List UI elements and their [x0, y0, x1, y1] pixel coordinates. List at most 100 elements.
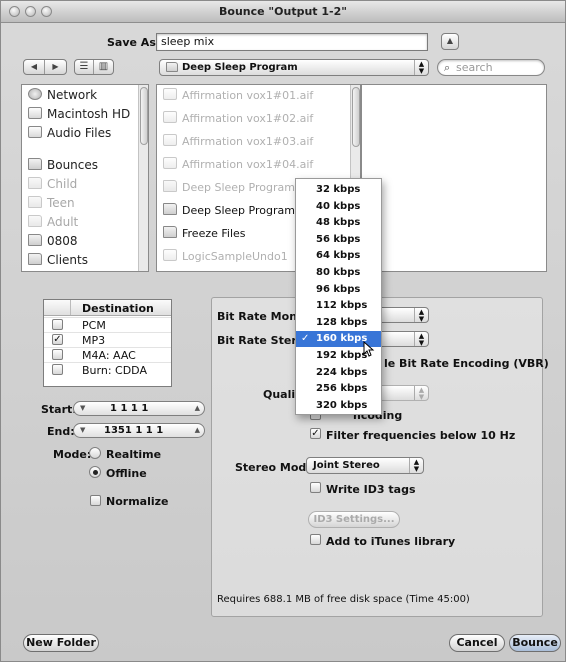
new-folder-button[interactable]: New Folder [23, 634, 99, 652]
file-list-item[interactable]: Affirmation vox1#04.aif [163, 157, 313, 175]
bit-rate-option-label: 160 kbps [316, 333, 368, 345]
sidebar-item[interactable]: 0808 [28, 234, 78, 252]
mode-label: Mode: [53, 448, 92, 461]
column-view-icon[interactable]: ▥ [94, 60, 113, 74]
sidebar-item[interactable]: Network [28, 88, 97, 106]
normalize-label: Normalize [106, 495, 169, 508]
file-list-item[interactable]: Affirmation vox1#02.aif [163, 111, 313, 129]
back-forward-buttons: ◀ ▶ [23, 59, 67, 75]
location-popup-label: Deep Sleep Program [182, 62, 298, 73]
sidebar-item-label: Bounces [47, 158, 99, 172]
expand-dialog-button[interactable]: ▲ [441, 33, 459, 50]
bit-rate-option-label: 224 kbps [316, 366, 368, 378]
forward-button[interactable]: ▶ [45, 60, 66, 74]
search-field[interactable]: ⌕ search [437, 59, 545, 76]
destination-label: MP3 [82, 334, 106, 347]
sidebar-item[interactable]: Teen [28, 196, 75, 214]
popup-arrows-icon: ▲ ▼ [409, 458, 423, 473]
vbr-label: le Bit Rate Encoding (VBR) [384, 357, 549, 370]
hard-drive-icon [28, 107, 42, 119]
file-list-item[interactable]: Deep Sleep Program [163, 180, 295, 198]
start-increment-icon[interactable]: ▲ [195, 402, 200, 415]
sidebar-scrollbar[interactable] [138, 85, 148, 271]
end-value: 1351 1 1 1 [104, 425, 164, 436]
file-list-item[interactable]: Affirmation vox1#03.aif [163, 134, 313, 152]
search-icon: ⌕ [444, 61, 451, 74]
bit-rate-option[interactable]: 320 kbps [296, 398, 381, 414]
start-position-field[interactable]: ▼ 1 1 1 1 ▲ [73, 401, 205, 416]
destination-checkbox[interactable] [52, 349, 63, 360]
folder-icon [28, 234, 42, 246]
bit-rate-option[interactable]: 224 kbps [296, 365, 381, 381]
end-position-field[interactable]: ▼ 1351 1 1 1 ▲ [73, 423, 205, 438]
bounce-button[interactable]: Bounce [509, 634, 561, 652]
bit-rate-option-label: 128 kbps [316, 316, 368, 328]
filter-frequencies-checkbox[interactable]: ✓ [310, 428, 321, 439]
file-list-item-label: Deep Sleep Program. [182, 204, 299, 217]
save-as-label: Save As: [107, 36, 161, 49]
destination-row[interactable]: PCM [44, 317, 171, 332]
file-list-item[interactable]: Deep Sleep Program. [163, 203, 298, 221]
sidebar: Network Macintosh HD Audio Files Bounces Chi… [21, 84, 149, 272]
bit-rate-option-label: 80 kbps [316, 267, 361, 278]
destination-row[interactable]: ✓ MP3 [44, 332, 171, 347]
bit-rate-option[interactable]: 64 kbps [296, 248, 381, 264]
end-decrement-icon[interactable]: ▼ [80, 424, 85, 437]
location-popup[interactable]: Deep Sleep Program ▲ ▼ [159, 59, 429, 76]
file-list-item[interactable]: Affirmation vox1#01.aif [163, 88, 313, 106]
bit-rate-option[interactable]: 56 kbps [296, 232, 381, 248]
file-list-item[interactable]: LogicSampleUndo1 [163, 249, 288, 267]
back-button[interactable]: ◀ [24, 60, 45, 74]
id3-settings-button[interactable]: ID3 Settings... [308, 511, 400, 528]
sidebar-item[interactable]: Macintosh HD [28, 107, 130, 125]
bit-rate-option[interactable]: 80 kbps [296, 265, 381, 281]
destination-header: Destination [44, 300, 171, 316]
bit-rate-option[interactable]: 32 kbps [296, 182, 381, 198]
write-id3-checkbox[interactable] [310, 482, 321, 493]
destination-row[interactable]: Burn: CDDA [44, 362, 171, 377]
popup-arrows-icon: ▲ ▼ [414, 332, 428, 346]
folder-icon [163, 226, 177, 238]
add-to-itunes-checkbox[interactable] [310, 534, 321, 545]
destination-checkbox[interactable] [52, 319, 63, 330]
destination-checkbox[interactable]: ✓ [52, 334, 63, 345]
end-increment-icon[interactable]: ▲ [195, 424, 200, 437]
sidebar-scroll-thumb[interactable] [140, 87, 148, 145]
file-list-item-label: Affirmation vox1#02.aif [182, 112, 314, 125]
search-placeholder: search [456, 61, 493, 74]
add-to-itunes-label: Add to iTunes library [326, 535, 456, 548]
sidebar-item[interactable]: Child [28, 177, 77, 195]
bit-rate-option[interactable]: 40 kbps [296, 199, 381, 215]
cancel-button[interactable]: Cancel [449, 634, 505, 652]
start-decrement-icon[interactable]: ▼ [80, 402, 85, 415]
bit-rate-option[interactable]: 112 kbps [296, 298, 381, 314]
list-view-icon[interactable]: ☰ [75, 60, 94, 74]
sidebar-item[interactable]: Audio Files [28, 126, 111, 144]
offline-radio[interactable] [89, 466, 101, 478]
offline-label: Offline [106, 467, 147, 480]
sidebar-item[interactable]: Bounces [28, 158, 98, 176]
bit-rate-menu: 32 kbps 40 kbps 48 kbps 56 kbps 64 kbps 80 kb… [295, 178, 382, 415]
sidebar-item-label: 0808 [47, 234, 78, 248]
file-list-item[interactable]: Freeze Files [163, 226, 246, 244]
sidebar-item-label: Adult [47, 215, 79, 229]
bit-rate-option[interactable]: 256 kbps [296, 381, 381, 397]
destination-row[interactable]: M4A: AAC [44, 347, 171, 362]
bit-rate-option[interactable]: 96 kbps [296, 282, 381, 298]
save-as-field[interactable]: sleep mix [156, 33, 428, 51]
file-column-scroll-thumb[interactable] [352, 87, 360, 147]
sidebar-item[interactable]: Clients [28, 253, 88, 271]
file-list-item-label: Affirmation vox1#01.aif [182, 89, 314, 102]
start-label: Start: [41, 403, 77, 416]
folder-icon [28, 177, 42, 189]
bit-rate-option[interactable]: 48 kbps [296, 215, 381, 231]
view-mode-buttons: ☰ ▥ [74, 59, 114, 75]
bit-rate-option[interactable]: 128 kbps [296, 315, 381, 331]
normalize-checkbox[interactable] [90, 495, 101, 506]
sidebar-item[interactable]: Adult [28, 215, 78, 233]
bit-rate-option-label: 256 kbps [316, 383, 368, 395]
destination-checkbox[interactable] [52, 364, 63, 375]
stereo-mode-popup[interactable]: Joint Stereo ▲ ▼ [306, 457, 424, 474]
folder-icon [28, 215, 42, 227]
realtime-radio[interactable] [89, 447, 101, 459]
